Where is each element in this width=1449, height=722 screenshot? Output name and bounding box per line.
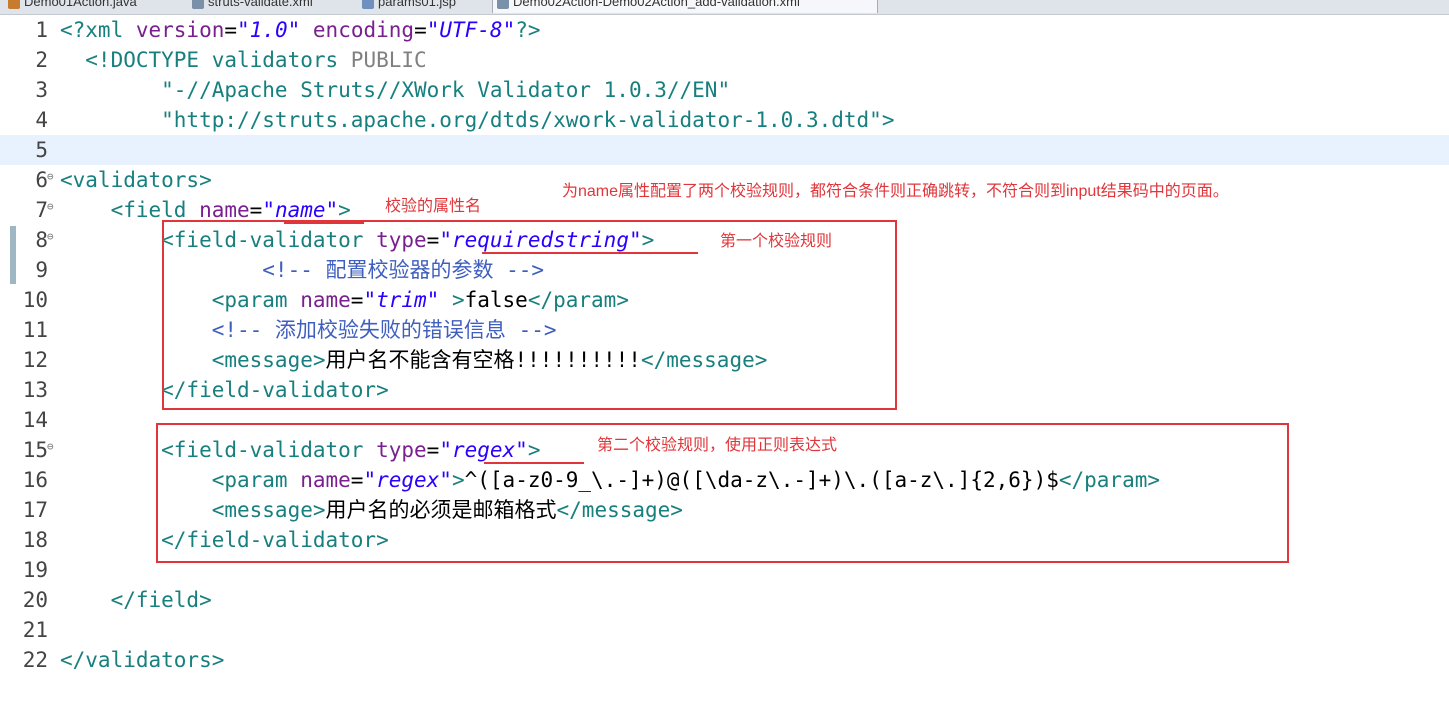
name-underline [284, 222, 364, 224]
jsp-file-icon [362, 0, 374, 9]
code-line-3: 3 "-//Apache Struts//XWork Validator 1.0… [35, 78, 731, 102]
xml-file-icon [192, 0, 204, 9]
regex-underline [484, 462, 584, 464]
tab-demo01action-java[interactable]: Demo01Action.java [4, 0, 137, 13]
java-file-icon [8, 0, 20, 9]
top-annotation: 为name属性配置了两个校验规则，都符合条件则正确跳转，不符合则到input结果… [562, 183, 1229, 200]
code-line-4: 4 "http://struts.apache.org/dtds/xwork-v… [35, 108, 895, 132]
collapse-icon[interactable]: ⊖ [47, 435, 54, 459]
collapse-icon[interactable]: ⊖ [47, 225, 54, 249]
tab-demo02action-validation-xml[interactable]: Demo02Action-Demo02Action_add-validation… [492, 0, 878, 13]
collapse-icon[interactable]: ⊖ [47, 165, 54, 189]
requiredstring-underline [482, 252, 698, 254]
rule1-annotation: 第一个校验规则 [720, 233, 833, 250]
code-line-1: 1 <?xml version="1.0" encoding="UTF-8"?> [35, 18, 541, 42]
code-line-20: 20 </field> [22, 588, 212, 612]
tab-struts-validate-xml[interactable]: struts-validate.xml [188, 0, 313, 13]
code-line-22: 22 </validators> [22, 648, 225, 672]
rule2-annotation: 第二个校验规则，使用正则表达式 [597, 437, 838, 454]
collapse-icon[interactable]: ⊖ [47, 195, 54, 219]
xml-file-icon [497, 0, 509, 9]
tab-params01-jsp[interactable]: params01.jsp [358, 0, 456, 13]
name-annotation: 校验的属性名 [385, 198, 482, 215]
code-line-21: 21 [22, 618, 48, 642]
editor-tab-bar: Demo01Action.java struts-validate.xml pa… [0, 0, 1449, 15]
code-line-2: 2 <!DOCTYPE validators PUBLIC [35, 48, 427, 72]
code-line-5-current: 5 [0, 135, 1449, 165]
